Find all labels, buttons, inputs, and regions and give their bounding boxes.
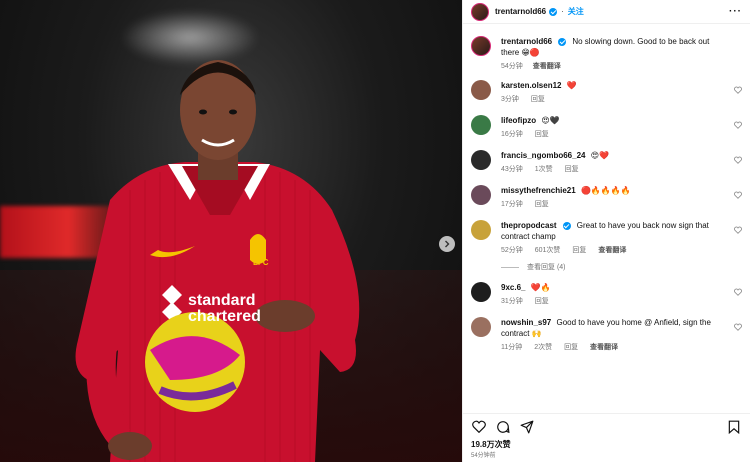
carousel-next-button[interactable] <box>439 236 455 252</box>
heart-icon <box>472 420 486 433</box>
comment-like-icon[interactable] <box>734 323 742 331</box>
likes-count[interactable]: 19.8万次赞 <box>463 439 750 450</box>
comment-username[interactable]: lifeofipzo <box>501 116 536 125</box>
comment-text: 🔴🔥🔥🔥🔥 <box>580 186 631 195</box>
comment-text: 😍❤️ <box>590 151 610 160</box>
comment-like-icon[interactable] <box>734 191 742 199</box>
comment-avatar[interactable] <box>471 185 491 205</box>
comment-likes[interactable]: 601次赞 <box>535 247 561 254</box>
comment-row: lifeofipzo 😍🖤 16分钟 回复 <box>471 115 742 140</box>
comment-row: francis_ngombo66_24 😍❤️ 43分钟 1次赞 回复 <box>471 150 742 175</box>
comment-like-icon[interactable] <box>734 226 742 234</box>
comment-row: 9xc.6_ ❤️🔥 31分钟 回复 <box>471 282 742 307</box>
comment-like-icon[interactable] <box>734 288 742 296</box>
comment-time: 17分钟 <box>501 201 523 208</box>
caption-username[interactable]: trentarnold66 <box>501 37 552 46</box>
view-replies-label: 查看回复 (4) <box>527 264 566 271</box>
comment-time: 3分钟 <box>501 96 519 103</box>
caption-time: 54分钟 <box>501 63 523 70</box>
comment-icon <box>497 420 510 433</box>
comment-username[interactable]: karsten.olsen12 <box>501 81 561 90</box>
reply-button[interactable]: 回复 <box>535 131 549 138</box>
comment-time: 11分钟 <box>501 344 523 351</box>
caption: trentarnold66 No slowing down. Good to b… <box>471 36 742 72</box>
share-button[interactable] <box>519 419 535 435</box>
post-viewer: LFC standard chartered trentarnold66 · 关… <box>0 0 750 462</box>
comment-row: thepropodcast Great to have you back now… <box>471 220 742 256</box>
save-button[interactable] <box>726 419 742 435</box>
comment-avatar[interactable] <box>471 115 491 135</box>
comment-like-icon[interactable] <box>734 86 742 94</box>
comment-username[interactable]: nowshin_s97 <box>501 318 551 327</box>
sponsor-line-1: standard <box>188 292 256 309</box>
reply-button[interactable]: 回复 <box>565 166 579 173</box>
author-avatar[interactable] <box>471 2 489 21</box>
translate-link[interactable]: 查看翻译 <box>598 247 626 254</box>
comment-avatar[interactable] <box>471 282 491 302</box>
action-bar <box>463 413 750 439</box>
post-time: 54分钟前 <box>471 453 496 459</box>
comment-avatar[interactable] <box>471 220 491 240</box>
follow-button[interactable]: 关注 <box>568 6 584 17</box>
verified-icon <box>549 7 558 16</box>
translate-link[interactable]: 查看翻译 <box>590 344 618 351</box>
post-image[interactable]: LFC standard chartered <box>0 0 462 462</box>
comment-row: nowshin_s97 Good to have you home @ Anfi… <box>471 317 742 353</box>
bookmark-icon <box>728 420 740 434</box>
comment-text: 😍🖤 <box>541 116 560 125</box>
author-username[interactable]: trentarnold66 <box>495 7 546 16</box>
replies-line <box>501 266 519 268</box>
crest-text: LFC <box>253 258 269 267</box>
comment-text: ❤️🔥 <box>530 283 551 292</box>
verified-icon <box>562 221 571 230</box>
comment-items: karsten.olsen12 ❤️ 3分钟 回复 lifeofipzo 😍🖤 … <box>471 80 742 353</box>
comment-like-icon[interactable] <box>734 156 742 164</box>
caption-avatar[interactable] <box>471 36 491 56</box>
reply-button[interactable]: 回复 <box>564 344 578 351</box>
comment-row: karsten.olsen12 ❤️ 3分钟 回复 <box>471 80 742 105</box>
comments-panel: trentarnold66 · 关注 ··· trentarnold66 No … <box>462 0 750 462</box>
comment-avatar[interactable] <box>471 150 491 170</box>
more-options-icon[interactable]: ··· <box>729 6 742 17</box>
comment-avatar[interactable] <box>471 317 491 337</box>
comment-time: 16分钟 <box>501 131 523 138</box>
comment-avatar[interactable] <box>471 80 491 100</box>
chevron-right-icon <box>445 240 450 248</box>
comment-username[interactable]: francis_ngombo66_24 <box>501 151 585 160</box>
comment-row: missythefrenchie21 🔴🔥🔥🔥🔥 17分钟 回复 <box>471 185 742 210</box>
comment-button[interactable] <box>495 419 511 435</box>
comment-username[interactable]: 9xc.6_ <box>501 283 525 292</box>
reply-button[interactable]: 回复 <box>535 298 549 305</box>
comment-time: 52分钟 <box>501 247 523 254</box>
comment-time: 43分钟 <box>501 166 523 173</box>
comment-likes[interactable]: 1次赞 <box>535 166 553 173</box>
comments-list[interactable]: trentarnold66 No slowing down. Good to b… <box>463 24 750 413</box>
send-icon <box>520 420 534 433</box>
player-figure: LFC standard chartered <box>75 60 360 462</box>
like-button[interactable] <box>471 419 487 435</box>
verified-icon <box>558 37 567 46</box>
post-header: trentarnold66 · 关注 ··· <box>463 0 750 24</box>
separator-dot: · <box>561 7 564 16</box>
comment-like-icon[interactable] <box>734 121 742 129</box>
reply-button[interactable]: 回复 <box>535 201 549 208</box>
comment-username[interactable]: missythefrenchie21 <box>501 186 576 195</box>
reply-button[interactable]: 回复 <box>531 96 545 103</box>
sponsor-text: standard chartered <box>188 292 261 325</box>
sponsor-line-2: chartered <box>188 308 261 325</box>
comment-username[interactable]: thepropodcast <box>501 221 557 230</box>
view-replies-link[interactable]: 查看回复 (4) <box>501 262 742 272</box>
comment-likes[interactable]: 2次赞 <box>534 344 552 351</box>
reply-button[interactable]: 回复 <box>572 247 586 254</box>
comment-time: 31分钟 <box>501 298 523 305</box>
comment-text: ❤️ <box>566 81 577 90</box>
translate-link[interactable]: 查看翻译 <box>533 63 561 70</box>
